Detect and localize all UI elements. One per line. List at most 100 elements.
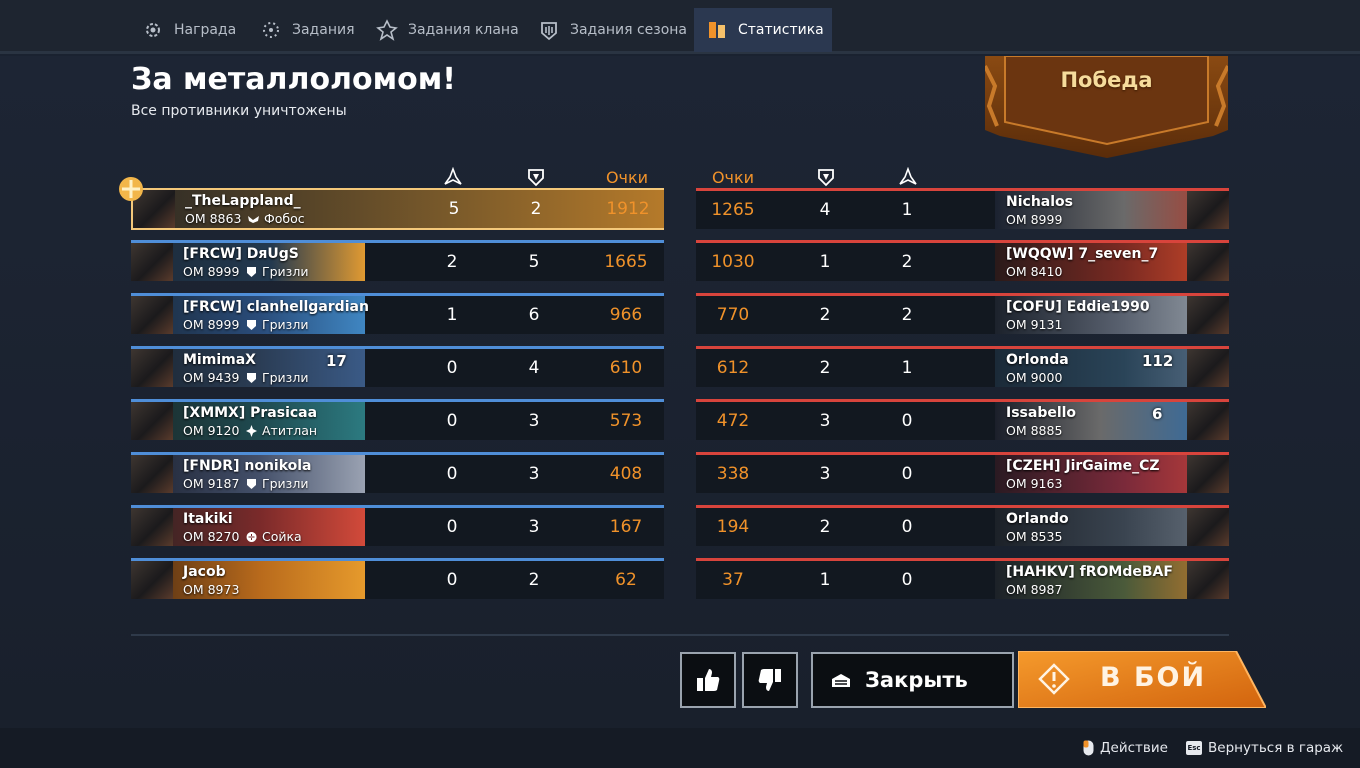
player-avatar bbox=[131, 561, 173, 599]
assists-icon bbox=[444, 167, 462, 185]
kills-value: 5 bbox=[528, 252, 540, 272]
kills-value: 4 bbox=[528, 358, 540, 378]
ally-player-row[interactable]: Jacob ОМ 8973 0 2 62 bbox=[131, 558, 664, 599]
hint-action-label: Действие bbox=[1100, 740, 1168, 756]
player-power-rating: ОМ 9439 bbox=[183, 370, 240, 385]
ally-player-row[interactable]: MimimaX ОМ 9439 Гризли 17 0 4 610 bbox=[131, 346, 664, 387]
thumbs-down-icon bbox=[758, 669, 781, 691]
tab-label: Задания bbox=[292, 22, 355, 38]
player-name: Issabello bbox=[1006, 405, 1077, 421]
player-name: Orlonda bbox=[1006, 352, 1069, 368]
grizzly-shield-icon bbox=[247, 372, 256, 383]
enemy-player-row[interactable]: 37 1 0 [HAHKV] fROMdeBAF ОМ 8987 bbox=[696, 558, 1229, 599]
player-name: Orlando bbox=[1006, 511, 1069, 527]
kills-value: 2 bbox=[819, 305, 831, 325]
player-name: Itakiki bbox=[183, 511, 233, 527]
tab-reward[interactable]: Награда bbox=[130, 8, 248, 52]
score-value: 37 bbox=[722, 570, 744, 590]
assists-value: 1 bbox=[901, 200, 913, 220]
ally-player-row[interactable]: [FRCW] clanhellgardian ОМ 8999 Гризли 1 6 966 bbox=[131, 293, 664, 334]
enemy-player-row[interactable]: 770 2 2 [COFU] Eddie1990 ОМ 9131 bbox=[696, 293, 1229, 334]
score-value: 966 bbox=[609, 305, 643, 325]
assists-value: 0 bbox=[446, 464, 458, 484]
enemy-player-row[interactable]: 194 2 0 Orlando ОМ 8535 bbox=[696, 505, 1229, 546]
player-clan: Атитлан bbox=[245, 423, 317, 438]
grizzly-shield-icon bbox=[247, 478, 256, 489]
assists-value: 0 bbox=[446, 517, 458, 537]
close-label: Закрыть bbox=[865, 668, 968, 692]
enemy-player-row[interactable]: 612 2 1 Orlonda ОМ 9000 112 bbox=[696, 346, 1229, 387]
player-avatar bbox=[1187, 349, 1229, 387]
player-level-badge: 112 bbox=[1142, 352, 1174, 370]
tab-label: Награда bbox=[174, 22, 237, 38]
assists-value: 5 bbox=[448, 199, 460, 219]
player-power-rating: ОМ 9131 bbox=[1006, 317, 1063, 332]
tab-statistics[interactable]: Статистика bbox=[694, 8, 832, 52]
kills-value: 3 bbox=[528, 517, 540, 537]
player-level-badge: 6 bbox=[1152, 405, 1163, 423]
kills-value: 3 bbox=[528, 411, 540, 431]
esc-key-icon: Esc bbox=[1186, 741, 1202, 755]
hint-action[interactable]: Действие bbox=[1083, 740, 1168, 756]
kills-value: 1 bbox=[819, 252, 831, 272]
ally-player-row[interactable]: _TheLappland_ ОМ 8863 Фобос 5 2 1912 bbox=[131, 188, 664, 230]
ally-player-row[interactable]: Itakiki ОМ 8270 Сойка 0 3 167 bbox=[131, 505, 664, 546]
player-power-rating: ОМ 8973 bbox=[183, 582, 240, 597]
enemy-player-row[interactable]: 1030 1 2 [WQQW] 7_seven_7 ОМ 8410 bbox=[696, 240, 1229, 281]
score-value: 1265 bbox=[711, 200, 755, 220]
player-level-badge: 17 bbox=[326, 352, 347, 370]
enemy-player-row[interactable]: 338 3 0 [CZEH] JirGaime_CZ ОМ 9163 bbox=[696, 452, 1229, 493]
enemy-player-row[interactable]: 1265 4 1 Nichalos ОМ 8999 bbox=[696, 188, 1229, 229]
hint-back-to-garage[interactable]: Esc Вернуться в гараж bbox=[1186, 740, 1343, 756]
player-clan: Сойка bbox=[245, 529, 302, 544]
player-avatar bbox=[131, 243, 173, 281]
ally-player-row[interactable]: [FRCW] DяUgS ОМ 8999 Гризли 2 5 1665 bbox=[131, 240, 664, 281]
score-value: 472 bbox=[716, 411, 750, 431]
score-value: 1912 bbox=[606, 199, 650, 219]
close-button[interactable]: Закрыть bbox=[811, 652, 1014, 708]
player-name: [HAHKV] fROMdeBAF bbox=[1006, 564, 1173, 580]
kills-value: 2 bbox=[819, 517, 831, 537]
player-clan: Гризли bbox=[245, 264, 308, 279]
like-button[interactable] bbox=[680, 652, 736, 708]
player-power-rating: ОМ 8535 bbox=[1006, 529, 1063, 544]
score-value: 194 bbox=[716, 517, 750, 537]
clan-name: Гризли bbox=[262, 317, 309, 332]
tab-label: Задания сезона bbox=[570, 22, 687, 38]
tab-missions[interactable]: Задания bbox=[248, 8, 367, 52]
footer-divider bbox=[131, 634, 1229, 636]
player-power-rating: ОМ 8270 bbox=[183, 529, 240, 544]
player-power-rating: ОМ 8999 bbox=[183, 264, 240, 279]
tab-season-missions[interactable]: Задания сезона bbox=[526, 8, 699, 52]
player-name: [CZEH] JirGaime_CZ bbox=[1006, 458, 1160, 474]
assists-value: 0 bbox=[446, 411, 458, 431]
enemy-player-row[interactable]: 472 3 0 Issabello ОМ 8885 6 bbox=[696, 399, 1229, 440]
score-header-right: Очки bbox=[711, 167, 755, 187]
player-avatar bbox=[1187, 561, 1229, 599]
squad-badge-icon bbox=[119, 177, 143, 201]
player-name: [FNDR] nonikola bbox=[183, 458, 312, 474]
tab-clan-missions[interactable]: Задания клана bbox=[364, 8, 531, 52]
player-avatar bbox=[131, 402, 173, 440]
clan-name: Гризли bbox=[262, 370, 309, 385]
kills-value: 2 bbox=[528, 570, 540, 590]
kills-value: 2 bbox=[819, 358, 831, 378]
player-name: [WQQW] 7_seven_7 bbox=[1006, 246, 1159, 262]
player-power-rating: ОМ 9187 bbox=[183, 476, 240, 491]
ally-player-row[interactable]: [XMMX] Prasicaa ОМ 9120 Атитлан 0 3 573 bbox=[131, 399, 664, 440]
player-power-rating: ОМ 8987 bbox=[1006, 582, 1063, 597]
reward-gear-icon bbox=[142, 19, 164, 41]
player-name: _TheLappland_ bbox=[185, 193, 301, 209]
player-name: [XMMX] Prasicaa bbox=[183, 405, 318, 421]
ally-player-row[interactable]: [FNDR] nonikola ОМ 9187 Гризли 0 3 408 bbox=[131, 452, 664, 493]
player-avatar bbox=[1187, 296, 1229, 334]
clan-name: Гризли bbox=[262, 476, 309, 491]
player-power-rating: ОМ 8885 bbox=[1006, 423, 1063, 438]
player-power-rating: ОМ 9120 bbox=[183, 423, 240, 438]
clan-name: Атитлан bbox=[262, 423, 318, 438]
score-value: 612 bbox=[716, 358, 750, 378]
player-name: Nichalos bbox=[1006, 194, 1073, 210]
wings-icon bbox=[248, 215, 259, 223]
kills-value: 3 bbox=[819, 411, 831, 431]
dislike-button[interactable] bbox=[742, 652, 798, 708]
